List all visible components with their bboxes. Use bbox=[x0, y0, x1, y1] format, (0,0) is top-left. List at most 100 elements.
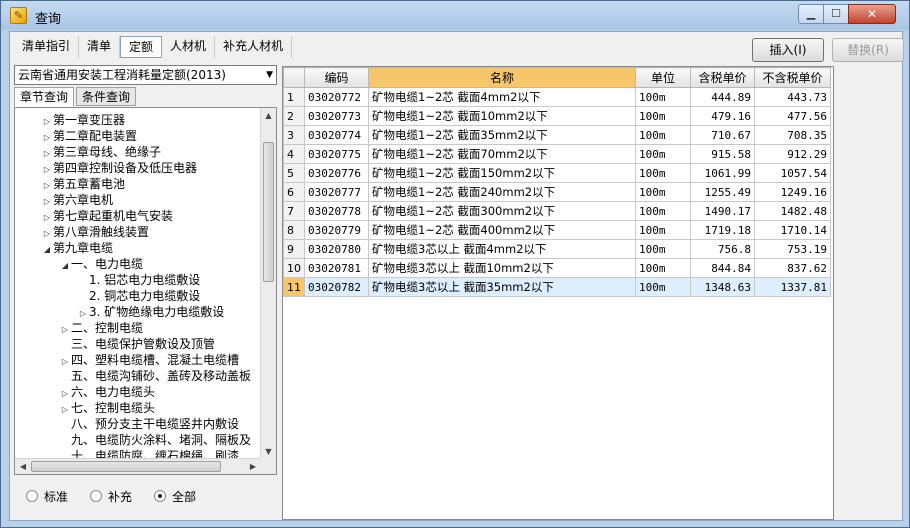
cell-unit[interactable]: 100m bbox=[635, 182, 691, 202]
radio-supplement-dot[interactable] bbox=[90, 490, 103, 502]
table-row[interactable]: 10 03020781 矿物电缆3芯以上 截面10mm2以下 100m 844.84 83… bbox=[283, 258, 831, 278]
row-index[interactable]: 9 bbox=[283, 239, 305, 259]
cell-tax-price[interactable]: 444.89 bbox=[690, 87, 755, 107]
cell-code[interactable]: 03020781 bbox=[304, 258, 369, 278]
cell-unit[interactable]: 100m bbox=[635, 258, 691, 278]
col-header-code[interactable]: 编码 bbox=[304, 67, 369, 88]
cell-unit[interactable]: 100m bbox=[635, 220, 691, 240]
cell-tax-price[interactable]: 1719.18 bbox=[690, 220, 755, 240]
col-header-tax-price[interactable]: 含税单价 bbox=[690, 67, 755, 88]
tree-node[interactable]: ▷ 第五章蓄电池 bbox=[41, 176, 125, 192]
cell-code[interactable]: 03020779 bbox=[304, 220, 369, 240]
collapse-icon[interactable]: ◢ bbox=[59, 258, 71, 274]
maximize-button[interactable]: ☐ bbox=[823, 4, 849, 24]
quota-library-select[interactable]: 云南省通用安装工程消耗量定额(2013) ▼ bbox=[14, 65, 277, 85]
radio-supplement[interactable]: 补充 bbox=[90, 486, 132, 506]
cell-name[interactable]: 矿物电缆1~2芯 截面70mm2以下 bbox=[368, 144, 636, 164]
cell-name[interactable]: 矿物电缆3芯以上 截面4mm2以下 bbox=[368, 239, 636, 259]
scroll-left-icon[interactable]: ◀ bbox=[15, 459, 31, 474]
cell-tax-price[interactable]: 915.58 bbox=[690, 144, 755, 164]
cell-name[interactable]: 矿物电缆3芯以上 截面10mm2以下 bbox=[368, 258, 636, 278]
cell-unit[interactable]: 100m bbox=[635, 106, 691, 126]
cell-code[interactable]: 03020778 bbox=[304, 201, 369, 221]
tree-node[interactable]: ▷ 第三章母线、绝缘子 bbox=[41, 144, 161, 160]
table-row[interactable]: 5 03020776 矿物电缆1~2芯 截面150mm2以下 100m 1061.99 1… bbox=[283, 163, 831, 183]
cell-pretax-price[interactable]: 1249.16 bbox=[754, 182, 831, 202]
cell-name[interactable]: 矿物电缆3芯以上 截面35mm2以下 bbox=[368, 277, 636, 297]
cell-unit[interactable]: 100m bbox=[635, 144, 691, 164]
cell-unit[interactable]: 100m bbox=[635, 277, 691, 297]
cell-unit[interactable]: 100m bbox=[635, 201, 691, 221]
cell-code[interactable]: 03020775 bbox=[304, 144, 369, 164]
cell-unit[interactable]: 100m bbox=[635, 239, 691, 259]
tree-node[interactable]: ▷ 第七章起重机电气安装 bbox=[41, 208, 173, 224]
table-row[interactable]: 9 03020780 矿物电缆3芯以上 截面4mm2以下 100m 756.8 753.1… bbox=[283, 239, 831, 259]
row-index[interactable]: 2 bbox=[283, 106, 305, 126]
tree-horizontal-scrollbar[interactable]: ◀ ▶ bbox=[15, 458, 261, 474]
table-row[interactable]: 11 03020782 矿物电缆3芯以上 截面35mm2以下 100m 1348.63 1… bbox=[283, 277, 831, 297]
tab-supplement-lmm[interactable]: 补充人材机 bbox=[215, 36, 293, 58]
cell-code[interactable]: 03020773 bbox=[304, 106, 369, 126]
radio-standard-dot[interactable] bbox=[26, 490, 38, 502]
cell-name[interactable]: 矿物电缆1~2芯 截面300mm2以下 bbox=[368, 201, 636, 221]
row-index[interactable]: 6 bbox=[283, 182, 305, 202]
chevron-down-icon[interactable]: ▼ bbox=[266, 66, 273, 84]
tree-node[interactable]: ▷ 六、电力电缆头 bbox=[59, 384, 155, 400]
tab-list[interactable]: 清单 bbox=[79, 36, 121, 58]
minimize-button[interactable]: ▁ bbox=[798, 4, 824, 24]
cell-unit[interactable]: 100m bbox=[635, 163, 691, 183]
tree-node[interactable]: 三、电缆保护管敷设及顶管 bbox=[59, 336, 215, 352]
tree-node[interactable]: 1. 铝芯电力电缆敷设 bbox=[77, 272, 200, 288]
row-index[interactable]: 7 bbox=[283, 201, 305, 221]
cell-name[interactable]: 矿物电缆1~2芯 截面35mm2以下 bbox=[368, 125, 636, 145]
tree-node[interactable]: ◢ 一、电力电缆 bbox=[59, 256, 143, 272]
scroll-right-icon[interactable]: ▶ bbox=[245, 459, 261, 474]
scroll-thumb[interactable] bbox=[263, 142, 274, 282]
row-index[interactable]: 4 bbox=[283, 144, 305, 164]
replace-button[interactable]: 替换(R) bbox=[832, 38, 904, 62]
table-row[interactable]: 8 03020779 矿物电缆1~2芯 截面400mm2以下 100m 1719.18 1… bbox=[283, 220, 831, 240]
table-row[interactable]: 1 03020772 矿物电缆1~2芯 截面4mm2以下 100m 444.89 443.… bbox=[283, 87, 831, 107]
tree-node[interactable]: ◢ 第九章电缆 bbox=[41, 240, 113, 256]
row-index[interactable]: 1 bbox=[283, 87, 305, 107]
table-row[interactable]: 3 03020774 矿物电缆1~2芯 截面35mm2以下 100m 710.67 708… bbox=[283, 125, 831, 145]
cell-tax-price[interactable]: 844.84 bbox=[690, 258, 755, 278]
row-index[interactable]: 10 bbox=[283, 258, 305, 278]
insert-button[interactable]: 插入(I) bbox=[752, 38, 824, 62]
cell-name[interactable]: 矿物电缆1~2芯 截面150mm2以下 bbox=[368, 163, 636, 183]
tree-node[interactable]: 五、电缆沟铺砂、盖砖及移动盖板 bbox=[59, 368, 251, 384]
cell-pretax-price[interactable]: 753.19 bbox=[754, 239, 831, 259]
tree-vertical-scrollbar[interactable]: ▲ ▼ bbox=[260, 108, 276, 460]
radio-all-dot[interactable] bbox=[154, 490, 167, 502]
radio-all[interactable]: 全部 bbox=[154, 486, 196, 506]
cell-unit[interactable]: 100m bbox=[635, 87, 691, 107]
cell-pretax-price[interactable]: 1337.81 bbox=[754, 277, 831, 297]
row-index[interactable]: 8 bbox=[283, 220, 305, 240]
cell-code[interactable]: 03020774 bbox=[304, 125, 369, 145]
tab-labor-material-machine[interactable]: 人材机 bbox=[162, 36, 216, 58]
tab-condition-search[interactable]: 条件查询 bbox=[76, 87, 137, 106]
cell-code[interactable]: 03020780 bbox=[304, 239, 369, 259]
cell-tax-price[interactable]: 1490.17 bbox=[690, 201, 755, 221]
cell-name[interactable]: 矿物电缆1~2芯 截面4mm2以下 bbox=[368, 87, 636, 107]
col-header-unit[interactable]: 单位 bbox=[635, 67, 691, 88]
tree-node[interactable]: ▷ 3. 矿物绝缘电力电缆敷设 bbox=[77, 304, 224, 320]
radio-standard[interactable]: 标准 bbox=[26, 486, 68, 506]
cell-pretax-price[interactable]: 708.35 bbox=[754, 125, 831, 145]
tree-node[interactable]: ▷ 第四章控制设备及低压电器 bbox=[41, 160, 197, 176]
cell-code[interactable]: 03020782 bbox=[304, 277, 369, 297]
tree-node[interactable]: ▷ 第一章变压器 bbox=[41, 112, 125, 128]
cell-name[interactable]: 矿物电缆1~2芯 截面400mm2以下 bbox=[368, 220, 636, 240]
tree-node[interactable]: 2. 铜芯电力电缆敷设 bbox=[77, 288, 200, 304]
tree-node[interactable]: ▷ 第六章电机 bbox=[41, 192, 113, 208]
scroll-thumb-horizontal[interactable] bbox=[31, 461, 221, 472]
row-index[interactable]: 5 bbox=[283, 163, 305, 183]
cell-pretax-price[interactable]: 1057.54 bbox=[754, 163, 831, 183]
col-header-pretax-price[interactable]: 不含税单价 bbox=[754, 67, 831, 88]
tree-node[interactable]: ▷ 第八章滑触线装置 bbox=[41, 224, 149, 240]
table-row[interactable]: 4 03020775 矿物电缆1~2芯 截面70mm2以下 100m 915.58 912… bbox=[283, 144, 831, 164]
table-row[interactable]: 7 03020778 矿物电缆1~2芯 截面300mm2以下 100m 1490.17 1… bbox=[283, 201, 831, 221]
scroll-up-icon[interactable]: ▲ bbox=[261, 108, 276, 124]
tab-list-guide[interactable]: 清单指引 bbox=[14, 36, 80, 58]
row-index[interactable]: 3 bbox=[283, 125, 305, 145]
